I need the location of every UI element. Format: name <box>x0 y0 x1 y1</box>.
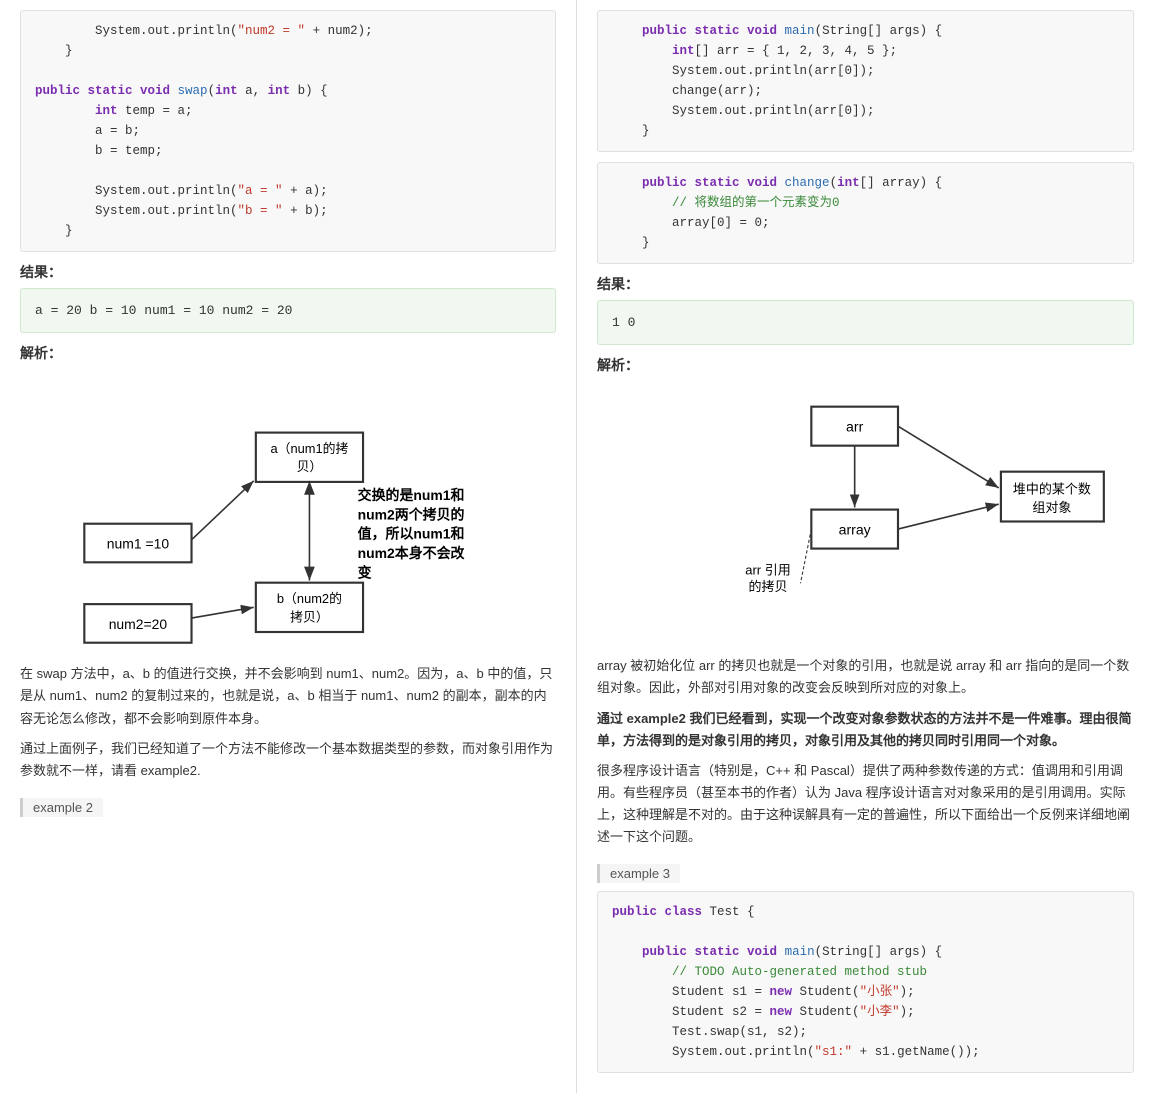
left-code-top: System.out.println("num2 = " + num2); } … <box>20 10 556 252</box>
right-diagram-svg: arr array 堆中的某个数 组对象 arr 引用 的拷贝 <box>597 385 1134 645</box>
svg-text:组对象: 组对象 <box>1032 500 1071 515</box>
b-copy-label: b（num2的 <box>277 591 342 606</box>
analysis-label-left: 解析： <box>20 343 556 363</box>
result-block-left: a = 20 b = 10 num1 = 10 num2 = 20 <box>20 288 556 333</box>
arr-copy-label: arr 引用 <box>745 563 791 578</box>
svg-text:贝）: 贝） <box>297 460 323 475</box>
result-block-right: 1 0 <box>597 300 1134 345</box>
analysis-label-right: 解析： <box>597 355 1134 375</box>
heap-box: 堆中的某个数 <box>1013 482 1091 497</box>
diagram-note: 交换的是num1和 <box>358 488 465 504</box>
result-label-right: 结果： <box>597 274 1134 294</box>
svg-text:变: 变 <box>358 565 372 581</box>
svg-text:值，所以num1和: 值，所以num1和 <box>358 526 465 542</box>
right-code-change: public static void change(int[] array) {… <box>597 162 1134 264</box>
num1-label: num1 =10 <box>107 536 170 552</box>
array-box: array <box>839 522 872 538</box>
right-analysis2: 通过 example2 我们已经看到，实现一个改变对象参数状态的方法并不是一件难… <box>597 708 1134 752</box>
result-label-left: 结果： <box>20 262 556 282</box>
arr-box: arr <box>846 419 864 435</box>
num2-label: num2=20 <box>109 616 168 632</box>
svg-text:拷贝）: 拷贝） <box>290 610 329 625</box>
example3-tag: example 3 <box>597 864 680 883</box>
right-panel: public static void main(String[] args) {… <box>577 0 1154 1093</box>
svg-text:num2本身不会改: num2本身不会改 <box>358 545 465 561</box>
left-panel: System.out.println("num2 = " + num2); } … <box>0 0 577 1093</box>
svg-text:num2两个拷贝的: num2两个拷贝的 <box>358 507 465 523</box>
a-copy-label: a（num1的拷 <box>270 441 348 456</box>
right-analysis1: array 被初始化位 arr 的拷贝也就是一个对象的引用，也就是说 array… <box>597 655 1134 699</box>
right-code-example3: public class Test { public static void m… <box>597 891 1134 1073</box>
example2-tag: example 2 <box>20 798 103 817</box>
left-conclusion-text: 通过上面例子，我们已经知道了一个方法不能修改一个基本数据类型的参数，而对象引用作… <box>20 738 556 782</box>
svg-text:的拷贝: 的拷贝 <box>748 579 787 594</box>
right-diagram: arr array 堆中的某个数 组对象 arr 引用 的拷贝 <box>597 385 1134 645</box>
right-analysis3: 很多程序设计语言（特别是，C++ 和 Pascal）提供了两种参数传递的方式：值… <box>597 760 1134 848</box>
left-diagram-svg: num1 =10 num2=20 a（num1的拷 贝） b（num2的 拷贝）… <box>20 373 556 653</box>
left-analysis-text: 在 swap 方法中，a、b 的值进行交换，并不会影响到 num1、num2。因… <box>20 663 556 729</box>
left-diagram: num1 =10 num2=20 a（num1的拷 贝） b（num2的 拷贝）… <box>20 373 556 653</box>
right-code-top: public static void main(String[] args) {… <box>597 10 1134 152</box>
